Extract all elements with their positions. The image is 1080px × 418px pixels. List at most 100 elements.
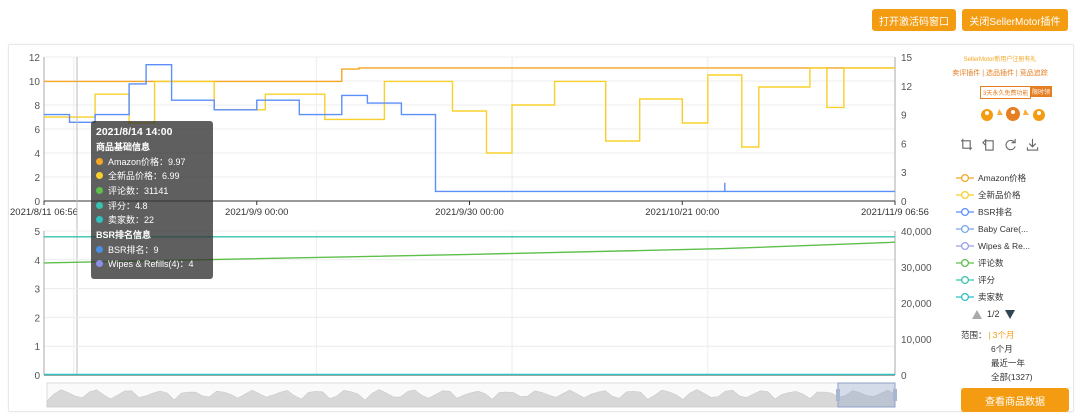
x-tick-label: 2021/10/21 00:00 — [645, 207, 719, 218]
legend-item[interactable]: Baby Care(... — [956, 220, 1066, 237]
tooltip-row: 卖家数：22 — [96, 212, 208, 227]
series-dot-icon — [96, 216, 103, 224]
tooltip-row-text: Amazon价格：9.97 — [108, 156, 186, 167]
legend-marker-icon — [956, 207, 974, 216]
y-right-tick-label: 9 — [901, 111, 907, 122]
tooltip-row-text: 全新品价格：6.99 — [108, 171, 180, 182]
tooltip-section-bsr: BSR排名信息 — [96, 229, 152, 240]
y-right-tick-label: 15 — [901, 53, 913, 64]
zoom-handle-right[interactable] — [893, 389, 897, 401]
legend-label: Baby Care(... — [978, 223, 1029, 234]
series-dot-icon — [96, 245, 103, 253]
range-option[interactable]: 6个月 — [961, 342, 1033, 356]
y-left-tick-label: 2 — [34, 173, 40, 184]
legend-prev-icon[interactable] — [972, 309, 982, 319]
legend-label: Wipes & Re... — [978, 240, 1030, 251]
x-tick-label: 2021/8/11 06:56 — [10, 207, 78, 218]
chart-tooltip: 2021/8/14 14:00 商品基础信息 Amazon价格：9.97 全新品价… — [91, 121, 213, 279]
legend-label: 评分 — [978, 274, 996, 285]
promo-banner-features[interactable]: 卖评插件 | 选品插件 | 竞品追踪 — [930, 68, 1070, 78]
zoom-window[interactable] — [837, 382, 896, 408]
y-left-tick-label: 10 — [29, 77, 41, 88]
y-left-tick-label: 1 — [34, 342, 40, 353]
tooltip-row: BSR排名：9 — [96, 242, 208, 257]
tooltip-row-text: Wipes & Refills(4)：4 — [108, 259, 194, 270]
y-right-tick-label: 3 — [901, 168, 907, 179]
tooltip-row: Wipes & Refills(4)：4 — [96, 257, 208, 272]
close-plugin-button[interactable]: 关闭SellerMotor插件 — [962, 9, 1068, 31]
legend-marker-icon — [956, 190, 974, 199]
series-dot-icon — [96, 186, 103, 194]
legend-item[interactable]: 全新品价格 — [956, 186, 1066, 203]
tooltip-section-basic: 商品基础信息 — [96, 142, 151, 152]
y-right-tick-label: 30,000 — [901, 263, 932, 274]
legend-pager: 1/2 — [972, 309, 1015, 319]
series-dot-icon — [96, 201, 103, 209]
side-panel: SellerMotor新用户注册有礼 卖评插件 | 选品插件 | 竞品追踪 3天… — [930, 50, 1070, 410]
y-left-tick-label: 0 — [34, 371, 40, 382]
y-right-tick-label: 40,000 — [901, 227, 932, 238]
legend-label: BSR排名 — [978, 206, 1013, 217]
zoom-handle-left[interactable] — [836, 389, 840, 401]
promo-limited-badge[interactable]: 限时领 — [1030, 86, 1053, 97]
zoom-reset-icon[interactable] — [982, 138, 995, 151]
legend-item[interactable]: BSR排名 — [956, 203, 1066, 220]
legend-label: 评论数 — [978, 257, 1004, 268]
series-dot-icon — [96, 260, 103, 268]
chart-legend: Amazon价格 全新品价格 BSR排名 Baby Care(... Wipes & R… — [956, 169, 1066, 305]
y-left-tick-label: 2 — [34, 313, 40, 324]
restore-icon[interactable] — [1004, 138, 1017, 151]
promo-mascot-image[interactable] — [975, 101, 1055, 127]
x-tick-label: 2021/9/9 00:00 — [225, 207, 288, 218]
tooltip-row: 评分：4.8 — [96, 198, 208, 213]
legend-marker-icon — [956, 241, 974, 250]
y-left-tick-label: 5 — [34, 227, 40, 238]
view-product-data-button[interactable]: 查看商品数据 — [961, 388, 1069, 412]
legend-marker-icon — [956, 173, 974, 182]
range-selector: 范围：3个月 6个月 最近一年 全部(1327) — [961, 328, 1033, 384]
legend-label: 全新品价格 — [978, 189, 1021, 200]
tooltip-row-text: 卖家数：22 — [108, 215, 155, 226]
range-option-selected[interactable]: 3个月 — [987, 330, 1015, 340]
legend-marker-icon — [956, 292, 974, 301]
series-dot-icon — [96, 157, 103, 165]
legend-label: 卖家数 — [978, 291, 1004, 302]
y-right-tick-label: 10,000 — [901, 335, 932, 346]
legend-item[interactable]: Amazon价格 — [956, 169, 1066, 186]
y-left-tick-label: 4 — [34, 149, 40, 160]
y-left-tick-label: 8 — [34, 101, 40, 112]
range-option[interactable]: 最近一年 — [961, 356, 1033, 370]
x-tick-label: 2021/11/9 06:56 — [861, 207, 929, 218]
y-left-tick-label: 4 — [34, 256, 40, 267]
tooltip-row-text: 评论数：31141 — [108, 185, 169, 196]
series-dot-icon — [96, 172, 103, 180]
legend-item[interactable]: 卖家数 — [956, 288, 1066, 305]
x-tick-label: 2021/9/30 00:00 — [435, 207, 504, 218]
range-option[interactable]: 全部(1327) — [961, 370, 1033, 384]
download-icon[interactable] — [1026, 138, 1039, 151]
tooltip-row: 全新品价格：6.99 — [96, 169, 208, 184]
y-left-tick-label: 6 — [34, 125, 40, 136]
tooltip-title: 2021/8/14 14:00 — [96, 126, 173, 138]
tooltip-row: Amazon价格：9.97 — [96, 154, 208, 169]
promo-free-badge[interactable]: 3天永久免费功能 — [980, 86, 1032, 99]
promo-banner-title[interactable]: SellerMotor新用户注册有礼 — [930, 54, 1070, 63]
tooltip-row: 评论数：31141 — [96, 183, 208, 198]
legend-label: Amazon价格 — [978, 172, 1027, 183]
legend-marker-icon — [956, 275, 974, 284]
legend-next-icon[interactable] — [1004, 309, 1015, 319]
tooltip-row-text: BSR排名：9 — [108, 244, 159, 255]
legend-item[interactable]: 评论数 — [956, 254, 1066, 271]
legend-item[interactable]: Wipes & Re... — [956, 237, 1066, 254]
chart-toolbox — [960, 138, 1039, 151]
legend-item[interactable]: 评分 — [956, 271, 1066, 288]
zoom-icon[interactable] — [960, 138, 973, 151]
y-left-tick-label: 12 — [29, 53, 41, 64]
range-label: 范围： — [961, 330, 987, 340]
y-left-tick-label: 3 — [34, 285, 40, 296]
legend-page-indicator: 1/2 — [987, 309, 1000, 319]
tooltip-row-text: 评分：4.8 — [108, 200, 148, 211]
data-zoom-slider[interactable] — [46, 382, 897, 408]
y-right-tick-label: 12 — [901, 82, 913, 93]
y-right-tick-label: 0 — [901, 371, 907, 382]
